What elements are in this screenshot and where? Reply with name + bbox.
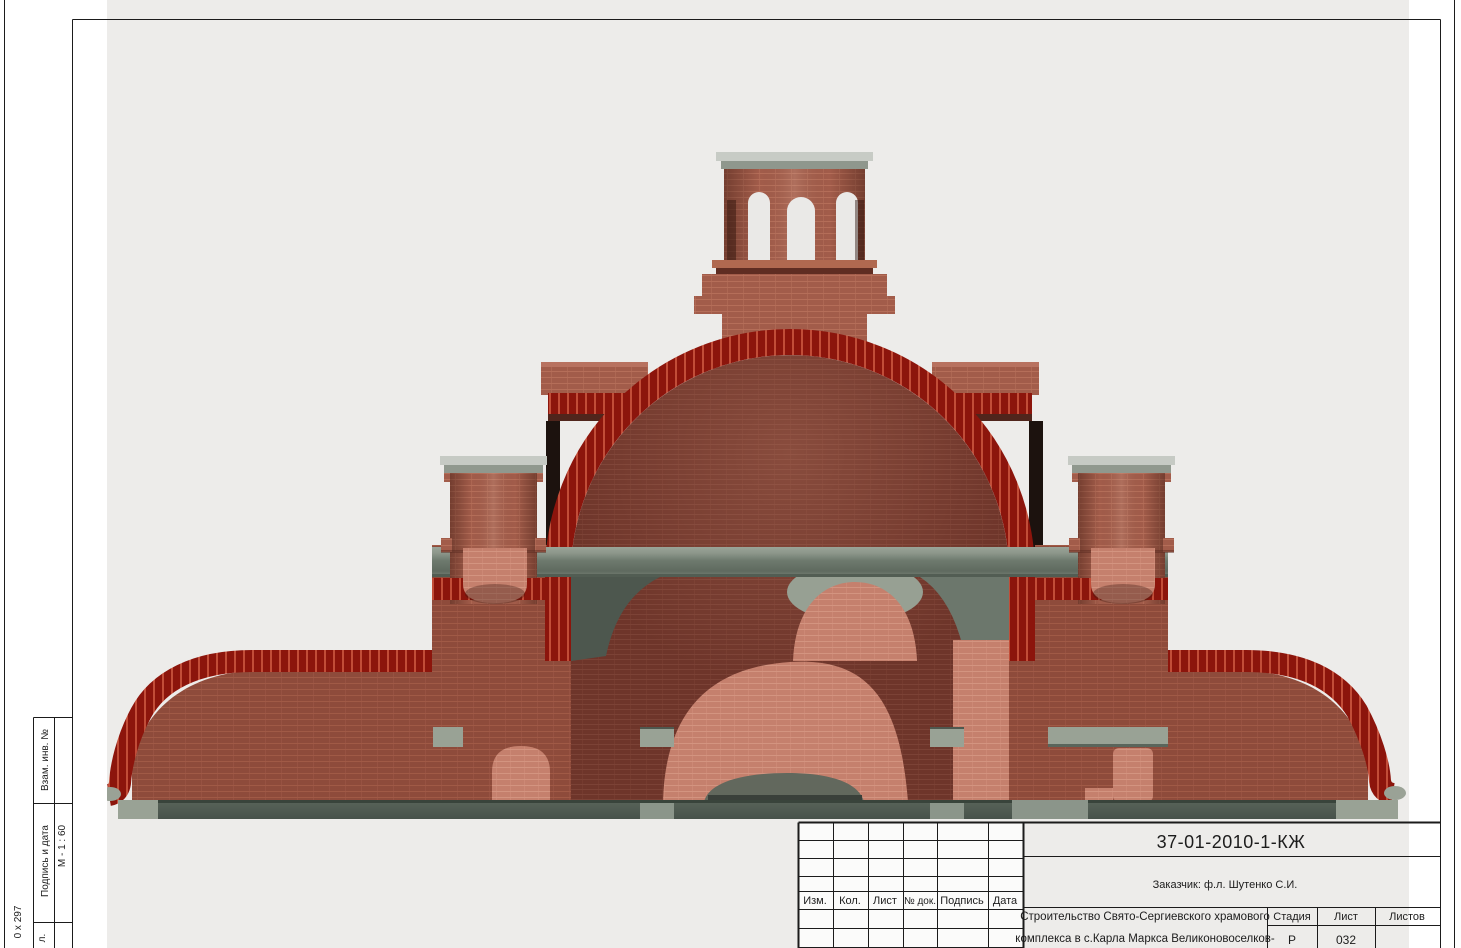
label-podpis-data: Подпись и дата	[40, 825, 51, 897]
stage-label: Стадия	[1273, 911, 1311, 923]
cupola-cap	[716, 152, 873, 161]
foundation-slab	[118, 800, 1398, 819]
label-format-note: 0 х 297	[13, 905, 24, 938]
left-wing-niche	[492, 746, 550, 802]
sheets-label: Листов	[1389, 911, 1425, 923]
cupola-left-arch	[748, 192, 770, 260]
cupola-center-arch	[787, 197, 815, 260]
right-tower-cap	[1068, 456, 1175, 465]
customer-line: Заказчик: ф.л. Шутенко С.И.	[1153, 879, 1298, 891]
left-tower-cap	[440, 456, 547, 465]
right-slit-window	[1029, 421, 1043, 547]
side-stamp-labels: Взам. инв. № Подпись и дата М - 1 : 60 0…	[13, 729, 68, 943]
label-scale-note: М - 1 : 60	[57, 824, 68, 867]
sheet-canvas: Изм. Кол. Лист № док. Подпись Дата 37-01…	[0, 0, 1461, 948]
cupola-right-arch	[836, 192, 858, 260]
rev-header-podpis: Подпись	[940, 895, 984, 907]
document-number: 37-01-2010-1-КЖ	[1157, 832, 1306, 852]
project-name-line1: Строительство Свято-Сергиевского храмово…	[1020, 911, 1270, 923]
rev-header-list: Лист	[873, 895, 897, 907]
church-section-render	[99, 0, 1409, 948]
sheet-value: 032	[1336, 933, 1356, 947]
drawing-sheet-viewport: Изм. Кол. Лист № док. Подпись Дата 37-01…	[0, 0, 1461, 948]
rev-header-data: Дата	[993, 895, 1018, 907]
rev-header-kol: Кол.	[839, 895, 861, 907]
project-name-line2: комплекса в с.Карла Маркса Великоновосел…	[1015, 933, 1275, 945]
cupola-drum	[694, 152, 895, 314]
sheet-label: Лист	[1334, 911, 1358, 923]
label-inv-fragment: л.	[37, 934, 48, 943]
rev-header-ndok: № док.	[904, 896, 936, 907]
rev-header-izm: Изм.	[803, 895, 827, 907]
label-vzam-inv: Взам. инв. №	[40, 729, 51, 791]
stage-value: Р	[1288, 933, 1296, 947]
